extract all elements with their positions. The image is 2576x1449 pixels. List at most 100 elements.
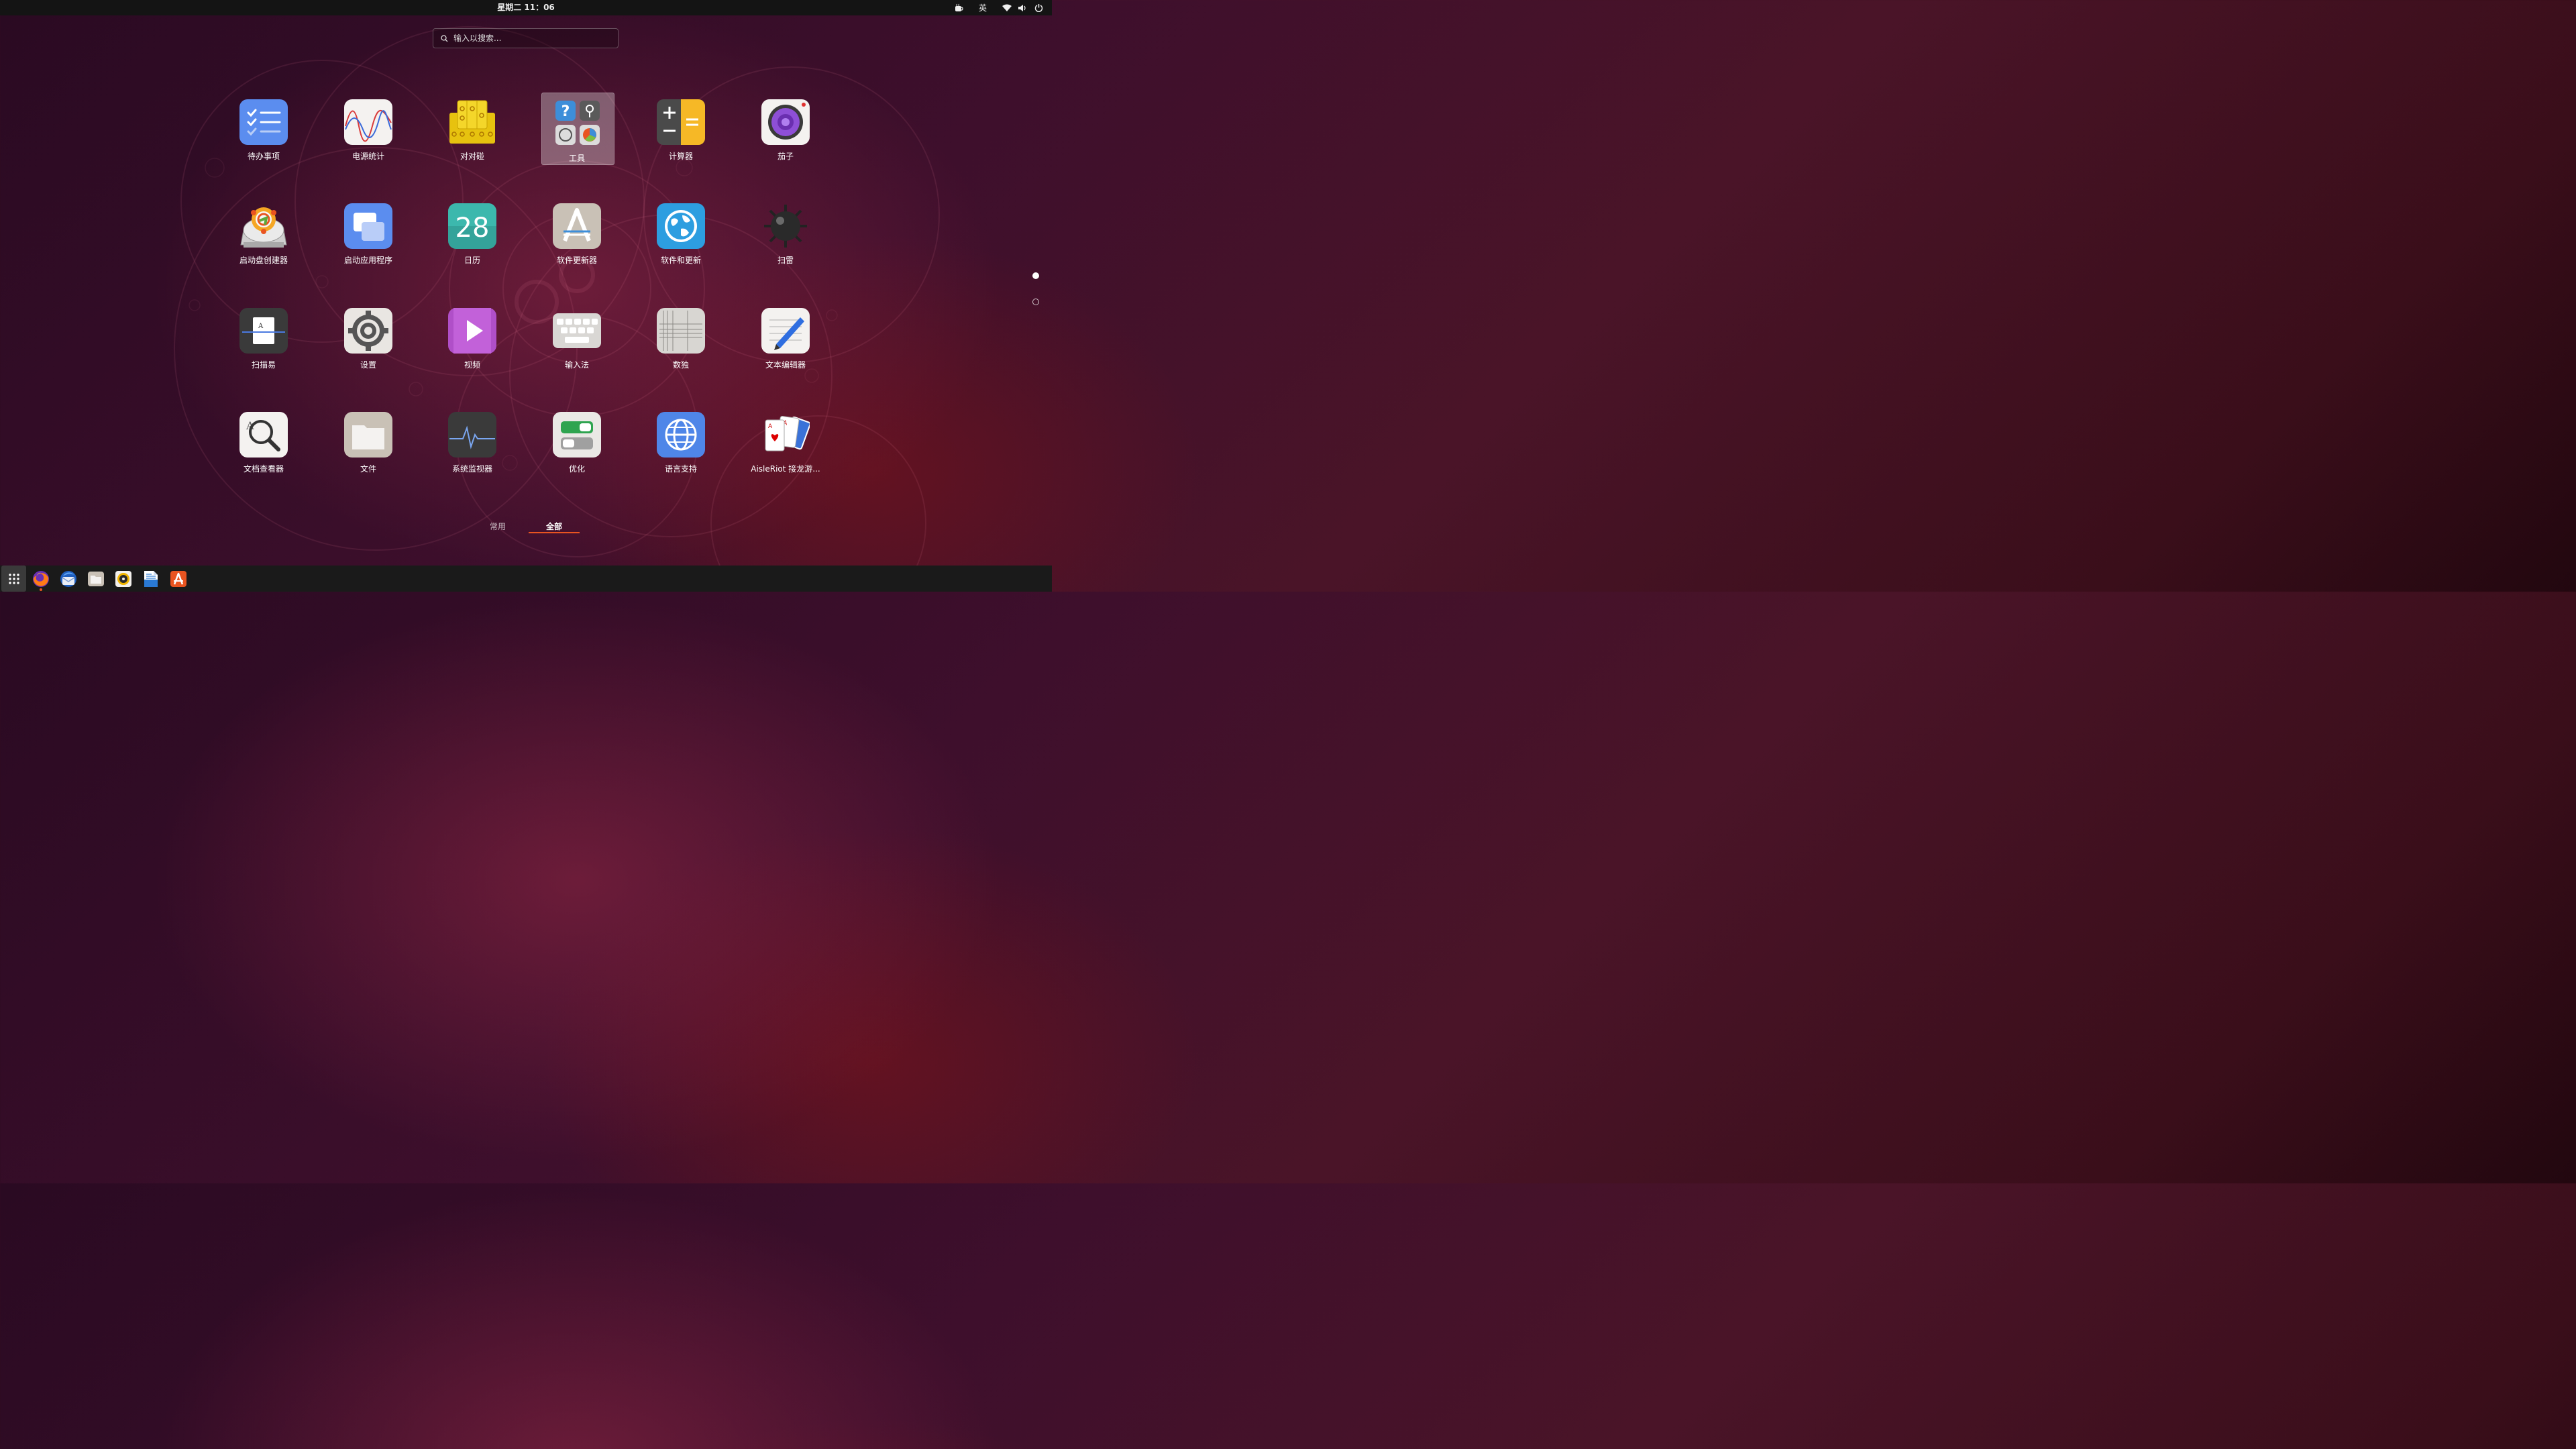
- videos-icon: [448, 308, 496, 354]
- app-label: 扫描易: [251, 360, 276, 370]
- software-updater-icon: [553, 203, 601, 249]
- app-aisleriot[interactable]: A A AisleRiot 接龙游...: [745, 412, 826, 486]
- app-tweaks[interactable]: 优化: [537, 412, 617, 486]
- app-document-viewer[interactable]: A 文档查看器: [223, 412, 304, 486]
- files-icon: [88, 572, 104, 586]
- mahjongg-icon: [449, 100, 495, 144]
- app-simple-scan[interactable]: A 扫描易: [223, 308, 304, 382]
- app-label: 视频: [464, 360, 480, 370]
- tools-folder-icon: ?: [555, 101, 600, 145]
- ubuntu-software-icon: [170, 571, 186, 587]
- tab-all[interactable]: 全部: [534, 521, 574, 532]
- app-label: 优化: [568, 464, 585, 474]
- startup-disk-creator-icon: [240, 207, 287, 248]
- app-software-properties[interactable]: 软件和更新: [641, 203, 721, 277]
- app-calendar[interactable]: 28 日历: [432, 203, 513, 277]
- app-text-editor[interactable]: 文本编辑器: [745, 308, 826, 382]
- wallpaper-decoration: [174, 26, 940, 592]
- mines-icon: [764, 205, 807, 248]
- app-label: 设置: [360, 360, 376, 370]
- text-editor-icon: [761, 308, 810, 354]
- app-label: 工具: [568, 154, 585, 163]
- app-label: 计算器: [668, 152, 693, 161]
- wifi-icon[interactable]: [1001, 0, 1013, 15]
- keyboard-input-method-icon: [553, 313, 601, 348]
- app-todo[interactable]: 待办事项: [223, 99, 304, 173]
- dock-firefox[interactable]: [30, 568, 52, 590]
- app-power-statistics[interactable]: 电源统计: [328, 99, 409, 173]
- tab-frequent[interactable]: 常用: [478, 521, 518, 532]
- app-folder-tools[interactable]: ? 工具: [537, 99, 617, 173]
- libreoffice-writer-icon: [144, 571, 158, 587]
- rhythmbox-icon: [115, 571, 131, 587]
- system-monitor-icon: [448, 412, 496, 458]
- app-software-updater[interactable]: 软件更新器: [537, 203, 617, 277]
- app-mines[interactable]: 扫雷: [745, 203, 826, 277]
- sudoku-icon: [657, 308, 705, 354]
- app-label: 数独: [672, 360, 689, 370]
- top-bar: 星期二 11：06 英: [0, 0, 1052, 15]
- calendar-date: 28: [455, 213, 490, 244]
- app-label: 文本编辑器: [765, 360, 806, 370]
- app-label: 待办事项: [247, 152, 280, 161]
- page-dot-1[interactable]: [1032, 272, 1039, 279]
- active-tab-indicator: [529, 532, 580, 533]
- app-videos[interactable]: 视频: [432, 308, 513, 382]
- app-input-method[interactable]: 输入法: [537, 308, 617, 382]
- app-label: 系统监视器: [451, 464, 492, 474]
- svg-text:A: A: [258, 323, 264, 330]
- volume-icon[interactable]: [1016, 0, 1028, 15]
- app-mahjongg[interactable]: 对对碰: [432, 99, 513, 173]
- dock-ubuntu-software[interactable]: [167, 568, 190, 590]
- app-cheese[interactable]: 茄子: [745, 99, 826, 173]
- app-label: 启动应用程序: [343, 256, 392, 265]
- app-label: 软件更新器: [556, 256, 597, 265]
- files-folder-icon: [344, 412, 392, 458]
- svg-text:A: A: [768, 423, 773, 430]
- app-label: 电源统计: [352, 152, 384, 161]
- dock-rhythmbox[interactable]: [112, 568, 135, 590]
- show-applications-button[interactable]: [1, 566, 26, 592]
- dock-files[interactable]: [85, 568, 107, 590]
- settings-gear-icon: [344, 308, 392, 354]
- app-label: 语言支持: [664, 464, 697, 474]
- app-label: 日历: [464, 256, 480, 265]
- app-files[interactable]: 文件: [328, 412, 409, 486]
- simple-scan-icon: A: [239, 308, 288, 354]
- search-box[interactable]: [433, 28, 619, 48]
- aisleriot-cards-icon: A A: [765, 415, 810, 451]
- app-label: 软件和更新: [660, 256, 701, 265]
- document-viewer-icon: A: [239, 412, 288, 458]
- app-language-support[interactable]: 语言支持: [641, 412, 721, 486]
- app-label: 文档查看器: [243, 464, 284, 474]
- search-icon: [441, 34, 448, 42]
- startup-applications-icon: [344, 203, 392, 249]
- search-input[interactable]: [452, 33, 609, 44]
- input-method-indicator[interactable]: 英: [975, 0, 990, 15]
- show-applications-icon: [8, 573, 19, 584]
- app-sudoku[interactable]: 数独: [641, 308, 721, 382]
- app-calculator[interactable]: 计算器: [641, 99, 721, 173]
- dock-libreoffice-writer[interactable]: [140, 568, 162, 590]
- app-label: 文件: [360, 464, 376, 474]
- calculator-icon: [657, 99, 705, 145]
- cheese-camera-icon: [761, 99, 810, 145]
- running-indicator: [40, 588, 42, 591]
- app-label: AisleRiot 接龙游...: [751, 464, 820, 474]
- clock[interactable]: 星期二 11：06: [0, 0, 1052, 15]
- power-statistics-icon: [344, 99, 392, 145]
- app-startup-disk-creator[interactable]: 启动盘创建器: [223, 203, 304, 277]
- app-settings[interactable]: 设置: [328, 308, 409, 382]
- weather-icon[interactable]: [951, 0, 966, 15]
- page-dot-2[interactable]: [1032, 299, 1039, 305]
- app-label: 输入法: [564, 360, 589, 370]
- app-label: 扫雷: [777, 256, 794, 265]
- software-properties-icon: [657, 203, 705, 249]
- app-label: 启动盘创建器: [239, 256, 288, 265]
- thunderbird-icon: [60, 571, 76, 587]
- power-icon[interactable]: [1032, 0, 1044, 15]
- app-system-monitor[interactable]: 系统监视器: [432, 412, 513, 486]
- dock-thunderbird[interactable]: [57, 568, 80, 590]
- app-startup-applications[interactable]: 启动应用程序: [328, 203, 409, 277]
- todo-icon: [239, 99, 288, 145]
